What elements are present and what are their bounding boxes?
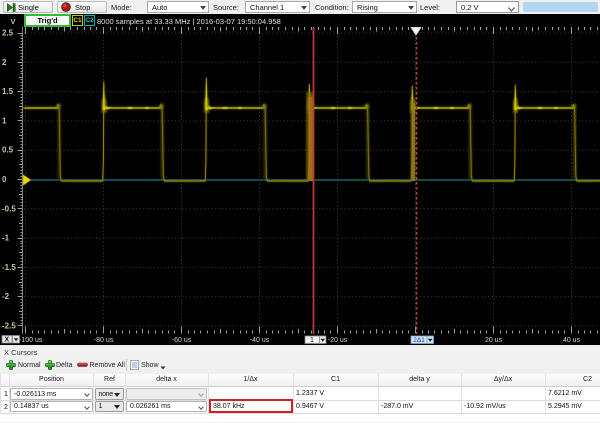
- svg-text:-100 us: -100 us: [19, 337, 43, 344]
- svg-text:-1.5: -1.5: [2, 263, 16, 272]
- svg-text:-2.5: -2.5: [2, 322, 16, 331]
- svg-text:-80 us: -80 us: [94, 337, 114, 344]
- svg-text:20 us: 20 us: [485, 337, 503, 344]
- svg-text:X: X: [5, 337, 10, 344]
- svg-text:1: 1: [2, 116, 7, 125]
- svg-text:-40 us: -40 us: [250, 337, 270, 344]
- svg-text:0: 0: [2, 175, 7, 184]
- svg-text:-2: -2: [2, 292, 10, 301]
- svg-text:40 us: 40 us: [563, 337, 581, 344]
- svg-text:-0.5: -0.5: [2, 204, 16, 213]
- svg-text:2Δ1: 2Δ1: [413, 337, 425, 344]
- svg-text:-20 us: -20 us: [328, 337, 348, 344]
- svg-text:-60 us: -60 us: [172, 337, 192, 344]
- svg-text:2: 2: [2, 58, 7, 67]
- svg-text:2.5: 2.5: [2, 29, 14, 38]
- svg-text:1: 1: [310, 337, 314, 344]
- svg-text:0.5: 0.5: [2, 146, 14, 155]
- svg-text:-1: -1: [2, 234, 10, 243]
- svg-text:1.5: 1.5: [2, 87, 14, 96]
